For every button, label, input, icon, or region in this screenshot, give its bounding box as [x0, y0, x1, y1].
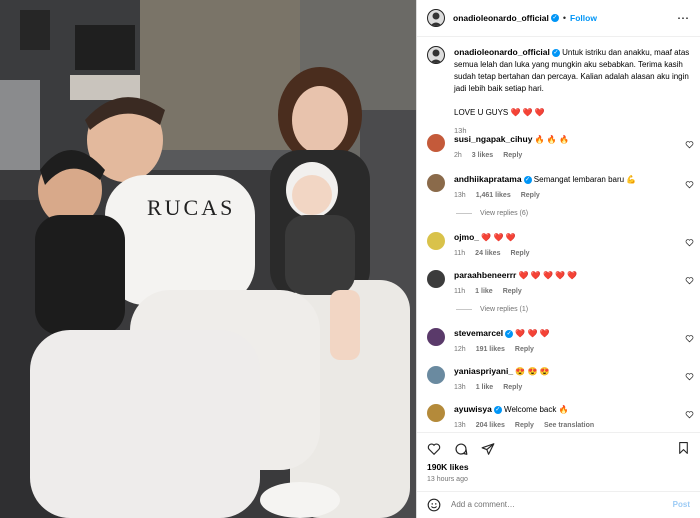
comment-likes[interactable]: 191 likes	[476, 344, 505, 355]
comment-text: 🔥 🔥 🔥	[534, 135, 569, 144]
comment-time[interactable]: 11h	[454, 286, 465, 297]
commenter-verified-icon: ✓	[505, 329, 514, 338]
commenter-avatar[interactable]	[427, 270, 445, 288]
add-comment-input[interactable]: Add a comment…	[451, 500, 673, 509]
comment-bubble-icon[interactable]	[454, 442, 468, 456]
author-username[interactable]: onadioleonardo_official	[453, 13, 549, 23]
comment-item: ayuwisya ✓ Welcome back 🔥 13h 204 likes Rep…	[417, 404, 700, 430]
save-bookmark-icon[interactable]	[677, 441, 690, 455]
like-comment-heart-icon[interactable]	[685, 140, 694, 149]
comment-item: andhiikapratama ✓ Semangat lembaran baru …	[417, 174, 700, 201]
comment-text: ❤️ ❤️ ❤️	[515, 329, 550, 338]
view-replies-button[interactable]: View replies (1)	[456, 306, 528, 313]
author-avatar-icon	[430, 12, 442, 26]
post-caption: onadioleonardo_official ✓ Untuk istriku d…	[417, 38, 700, 137]
view-replies-button[interactable]: View replies (6)	[456, 210, 528, 217]
reply-button[interactable]: Reply	[503, 286, 522, 297]
shirt-text: RUCAS	[147, 195, 235, 220]
post-comment-button[interactable]: Post	[673, 500, 690, 509]
replies-divider	[456, 309, 472, 310]
comment-time[interactable]: 13h	[454, 382, 466, 393]
more-options-icon[interactable]: ⋯	[677, 11, 690, 25]
emoji-icon[interactable]	[427, 498, 441, 512]
reply-button[interactable]: Reply	[515, 344, 534, 355]
comment-time[interactable]: 12h	[454, 344, 466, 355]
commenter-username[interactable]: stevemarcel	[454, 328, 503, 338]
reply-button[interactable]: Reply	[515, 420, 534, 430]
comment-text: ❤️ ❤️ ❤️ ❤️ ❤️	[518, 271, 578, 280]
post-header: onadioleonardo_official ✓ • Follow ⋯	[417, 0, 700, 37]
commenter-avatar[interactable]	[427, 134, 445, 152]
commenter-username[interactable]: susi_ngapak_cihuy	[454, 134, 532, 144]
comment-text: 😍 😍 😍	[515, 367, 550, 376]
post-actions: 190K likes 13 hours ago Add a comment… P…	[417, 432, 700, 517]
see-translation-button[interactable]: See translation	[544, 420, 594, 430]
post-panel: onadioleonardo_official ✓ • Follow ⋯ ona…	[416, 0, 700, 518]
comment-text: ❤️ ❤️ ❤️	[481, 233, 516, 242]
add-comment-bar: Add a comment… Post	[417, 491, 700, 517]
comment-text: Semangat lembaran baru 💪	[533, 175, 637, 184]
commenter-username[interactable]: ojmo_	[454, 232, 479, 242]
comment-item: susi_ngapak_cihuy 🔥 🔥 🔥 2h 3 likes Reply	[417, 134, 700, 161]
replies-divider	[456, 213, 472, 214]
comment-item: paraahbeneerrr ❤️ ❤️ ❤️ ❤️ ❤️ 11h 1 like R…	[417, 270, 700, 297]
comment-item: ojmo_ ❤️ ❤️ ❤️ 11h 24 likes Reply	[417, 232, 700, 259]
caption-verified-icon: ✓	[551, 48, 560, 57]
comment-likes[interactable]: 24 likes	[475, 248, 500, 259]
like-comment-heart-icon[interactable]	[685, 372, 694, 381]
like-comment-heart-icon[interactable]	[685, 276, 694, 285]
commenter-avatar[interactable]	[427, 174, 445, 192]
like-count[interactable]: 190K likes	[417, 459, 700, 472]
like-comment-heart-icon[interactable]	[685, 238, 694, 247]
commenter-avatar[interactable]	[427, 328, 445, 346]
posted-time[interactable]: 13 hours ago	[417, 472, 700, 483]
like-heart-icon[interactable]	[427, 442, 441, 456]
reply-button[interactable]: Reply	[503, 150, 522, 161]
comment-time[interactable]: 13h	[454, 190, 466, 201]
comment-likes[interactable]: 1,461 likes	[476, 190, 511, 201]
comment-likes[interactable]: 1 like	[475, 286, 493, 297]
caption-username[interactable]: onadioleonardo_official	[454, 47, 550, 57]
view-replies-label: View replies (1)	[480, 306, 529, 313]
comment-text: Welcome back 🔥	[504, 405, 569, 414]
like-comment-heart-icon[interactable]	[685, 334, 694, 343]
author-avatar[interactable]	[427, 9, 445, 27]
comment-time[interactable]: 2h	[454, 150, 462, 161]
caption-avatar-icon	[430, 49, 442, 63]
verified-badge-icon: ✓	[550, 14, 559, 22]
comment-item: stevemarcel ✓ ❤️ ❤️ ❤️ 12h 191 likes Reply	[417, 328, 700, 355]
comment-likes[interactable]: 204 likes	[476, 420, 505, 430]
like-comment-heart-icon[interactable]	[685, 410, 694, 419]
comments-section[interactable]: onadioleonardo_official ✓ Untuk istriku d…	[417, 38, 700, 430]
reply-button[interactable]: Reply	[510, 248, 529, 259]
commenter-username[interactable]: andhiikapratama	[454, 174, 522, 184]
commenter-avatar[interactable]	[427, 366, 445, 384]
like-comment-heart-icon[interactable]	[685, 180, 694, 189]
post-photo[interactable]: RUCAS	[0, 0, 416, 518]
share-paper-plane-icon[interactable]	[481, 442, 495, 456]
family-photo-illustration: RUCAS	[0, 0, 416, 518]
view-replies-label: View replies (6)	[480, 210, 529, 217]
comment-time[interactable]: 13h	[454, 420, 466, 430]
reply-button[interactable]: Reply	[521, 190, 540, 201]
commenter-username[interactable]: ayuwisya	[454, 404, 492, 414]
comment-item: yaniaspriyani_ 😍 😍 😍 13h 1 like Reply	[417, 366, 700, 393]
commenter-verified-icon: ✓	[493, 405, 502, 414]
reply-button[interactable]: Reply	[503, 382, 522, 393]
caption-love-line: LOVE U GUYS ❤️ ❤️ ❤️	[454, 108, 545, 117]
follow-button[interactable]: Follow	[570, 13, 597, 23]
caption-author-avatar[interactable]	[427, 46, 445, 64]
commenter-username[interactable]: yaniaspriyani_	[454, 366, 513, 376]
commenter-verified-icon: ✓	[523, 175, 532, 184]
header-separator: •	[562, 13, 567, 23]
commenter-username[interactable]: paraahbeneerrr	[454, 270, 516, 280]
comment-time[interactable]: 11h	[454, 248, 465, 259]
comment-likes[interactable]: 1 like	[476, 382, 494, 393]
commenter-avatar[interactable]	[427, 404, 445, 422]
comment-likes[interactable]: 3 likes	[472, 150, 493, 161]
commenter-avatar[interactable]	[427, 232, 445, 250]
